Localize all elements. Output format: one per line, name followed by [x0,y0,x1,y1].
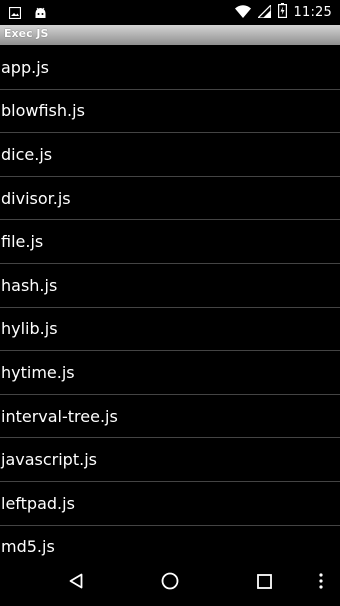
wifi-icon [234,3,251,22]
list-item-label: md5.js [1,537,55,557]
status-right: 11:25 [234,3,332,22]
recents-button[interactable] [254,573,274,593]
list-item-label: hytime.js [1,362,75,382]
app-title: Exec JS [4,27,49,40]
list-item[interactable]: javascript.js [0,438,340,482]
status-bar: 11:25 [0,0,340,24]
recents-icon [256,573,272,593]
more-options-button[interactable] [311,573,331,593]
list-item[interactable]: hylib.js [0,308,340,352]
list-item[interactable]: interval-tree.js [0,395,340,439]
list-item-label: interval-tree.js [1,406,118,426]
list-item-label: leftpad.js [1,493,75,513]
list-item[interactable]: hytime.js [0,351,340,395]
list-item[interactable]: blowfish.js [0,90,340,134]
list-item[interactable]: file.js [0,220,340,264]
status-left [8,4,47,23]
navigation-bar [0,560,340,606]
app-title-bar: Exec JS [0,25,340,45]
signal-icon [255,3,272,22]
list-item-label: hylib.js [1,319,58,339]
list-item-label: blowfish.js [1,101,85,121]
list-item[interactable]: hash.js [0,264,340,308]
back-button[interactable] [66,573,86,593]
back-icon [69,573,83,593]
list-item-label: javascript.js [1,450,97,470]
file-list[interactable]: app.js blowfish.js dice.js divisor.js fi… [0,46,340,560]
list-item[interactable]: md5.js [0,526,340,560]
list-item[interactable]: app.js [0,46,340,90]
image-icon [8,4,22,23]
more-icon [319,573,323,593]
list-item-label: file.js [1,232,44,252]
battery-icon [277,3,287,22]
list-item-label: dice.js [1,144,53,164]
home-button[interactable] [160,572,180,594]
home-icon [161,572,179,594]
status-clock: 11:25 [293,5,332,20]
list-item[interactable]: divisor.js [0,177,340,221]
list-item-label: divisor.js [1,188,71,208]
list-item[interactable]: dice.js [0,133,340,177]
android-icon [34,4,47,23]
list-item[interactable]: leftpad.js [0,482,340,526]
list-item-label: hash.js [1,275,58,295]
list-item-label: app.js [1,57,49,77]
